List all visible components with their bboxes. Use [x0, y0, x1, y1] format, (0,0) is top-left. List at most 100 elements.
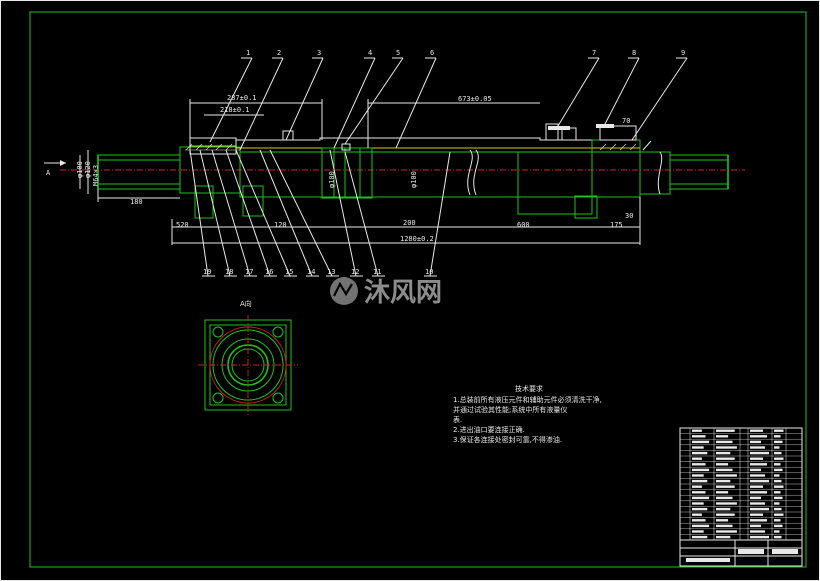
- parts-cell-text: [692, 535, 708, 539]
- dim-1280: 1280±0.2: [400, 235, 434, 243]
- parts-cell-text: [750, 479, 769, 483]
- callout-12: 12: [351, 268, 359, 276]
- parts-cell-text: [716, 530, 737, 533]
- parts-cell-text: [716, 435, 729, 438]
- parts-cell-text: [750, 530, 765, 533]
- dim-180: 180: [130, 198, 143, 206]
- parts-cell-text: [774, 496, 783, 500]
- parts-cell-text: [774, 446, 780, 449]
- dim-520: 520: [176, 221, 189, 229]
- parts-cell-text: [716, 446, 737, 449]
- parts-cell-text: [716, 491, 729, 494]
- parts-cell-text: [716, 474, 737, 477]
- parts-cell-text: [750, 463, 767, 466]
- parts-cell-text: [750, 468, 761, 472]
- cad-drawing-sheet: A 287±0.1 218±0.1 673±0.05 70 180 520 12…: [0, 0, 820, 581]
- parts-cell-text: [716, 457, 735, 460]
- parts-cell-text: [716, 463, 729, 466]
- parts-cell-text: [716, 496, 733, 500]
- parts-list: [679, 427, 803, 567]
- parts-cell-text: [716, 479, 731, 483]
- parts-cell-text: [716, 502, 737, 505]
- view-arrow-label: A: [46, 169, 51, 177]
- parts-cell-text: [692, 502, 704, 505]
- dim-600: 600: [517, 221, 530, 229]
- parts-cell-text: [692, 429, 702, 432]
- parts-cell-text: [774, 435, 781, 438]
- parts-cell-text: [750, 435, 767, 438]
- parts-cell-text: [750, 457, 763, 460]
- dim-m64: M64×3: [92, 165, 100, 186]
- callout-8: 8: [632, 49, 636, 57]
- parts-cell-text: [774, 491, 781, 494]
- parts-cell-text: [692, 479, 708, 483]
- parts-cell-text: [716, 429, 735, 432]
- callout-16: 16: [265, 268, 273, 276]
- parts-cell-text: [750, 502, 765, 505]
- parts-cell-text: [774, 429, 784, 432]
- parts-cell-text: [750, 451, 769, 455]
- callout-11: 11: [373, 268, 381, 276]
- callout-18: 18: [225, 268, 233, 276]
- callout-7: 7: [592, 49, 596, 57]
- callout-15: 15: [285, 268, 293, 276]
- parts-cell-text: [716, 519, 729, 522]
- parts-cell-text: [692, 435, 706, 438]
- parts-cell-text: [692, 507, 708, 511]
- parts-cell-text: [750, 524, 761, 528]
- parts-cell-text: [750, 519, 767, 522]
- parts-cell-text: [692, 496, 710, 500]
- parts-cell-text: [774, 479, 782, 483]
- parts-cell-text: [716, 451, 731, 455]
- parts-cell-text: [716, 468, 733, 472]
- break-line-2: [473, 149, 479, 196]
- dim-200: 200: [403, 219, 416, 227]
- watermark: 沐风网: [330, 277, 442, 308]
- parts-cell-text: [692, 530, 704, 533]
- break-line-1: [467, 149, 473, 196]
- parts-cell-text: [716, 535, 731, 539]
- parts-cell-text: [774, 474, 780, 477]
- parts-cell-text: [774, 535, 782, 539]
- callout-2: 2: [277, 49, 281, 57]
- callout-19: 19: [203, 268, 211, 276]
- hatch-left: [185, 143, 637, 151]
- parts-cell-text: [692, 485, 702, 488]
- callout-14: 14: [307, 268, 315, 276]
- callout-13: 13: [327, 268, 335, 276]
- parts-cell-text: [692, 463, 706, 466]
- parts-cell-text: [750, 429, 763, 432]
- title-block: [679, 539, 803, 567]
- parts-list-grid: [679, 428, 803, 540]
- parts-cell-text: [774, 530, 780, 533]
- parts-cell-text: [692, 491, 706, 494]
- view-a-title: A向: [240, 299, 252, 308]
- parts-cell-text: [716, 485, 735, 488]
- dimension-lines: 287±0.1 218±0.1 673±0.05 70 180 520 120 …: [76, 94, 641, 245]
- parts-cell-text: [750, 446, 765, 449]
- callouts-top: 1 2 3 4 5 6 7 8 9: [246, 49, 685, 57]
- tech-requirements-title: 技术要求: [515, 384, 543, 393]
- parts-cell-text: [692, 451, 708, 455]
- parts-cell-text: [716, 440, 733, 444]
- tech-req-line-2: 并通过试验其性能;系统中所有液量仪: [453, 405, 567, 414]
- parts-cell-text: [774, 502, 780, 505]
- watermark-text: 沐风网: [364, 278, 442, 308]
- dim-175: 175: [610, 221, 623, 229]
- dim-673: 673±0.05: [458, 95, 492, 103]
- dim-30: 30: [625, 212, 633, 220]
- parts-cell-text: [692, 513, 702, 516]
- parts-cell-text: [750, 496, 761, 500]
- callout-5: 5: [396, 49, 400, 57]
- callout-17: 17: [245, 268, 253, 276]
- right-end-cap: [591, 139, 641, 198]
- barrel-body: [239, 151, 641, 198]
- callout-leaders-top: [209, 57, 688, 151]
- dim-120: 120: [274, 221, 287, 229]
- tech-requirements: 技术要求 1.总装前所有液压元件和辅助元件必须清洗干净, 并通过试验其性能;系统…: [453, 384, 602, 444]
- parts-cell-text: [692, 457, 702, 460]
- parts-cell-text: [750, 440, 761, 444]
- parts-cell-text: [692, 446, 704, 449]
- parts-cell-text: [750, 535, 769, 539]
- parts-cell-text: [692, 519, 706, 522]
